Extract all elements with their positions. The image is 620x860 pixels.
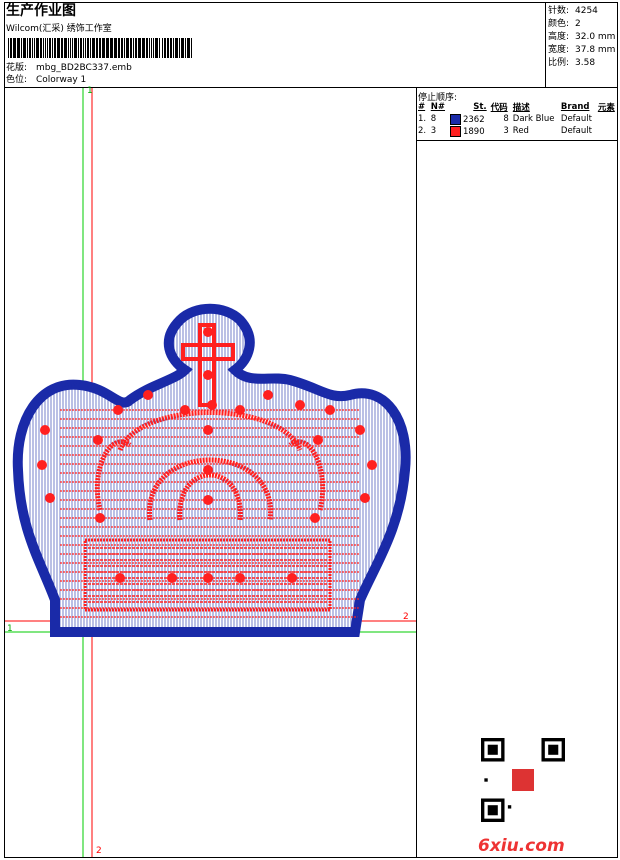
qr-code: [481, 738, 565, 822]
guide-label-right: 2: [403, 612, 409, 622]
guide-label-bottom: 2: [96, 846, 102, 856]
crown-embroidery: [12, 303, 411, 637]
design-canvas[interactable]: [0, 0, 620, 860]
guide-label-top: 1: [87, 86, 93, 96]
watermark-text: 6xiu.com: [478, 836, 565, 856]
guide-label-left: 1: [7, 624, 13, 634]
